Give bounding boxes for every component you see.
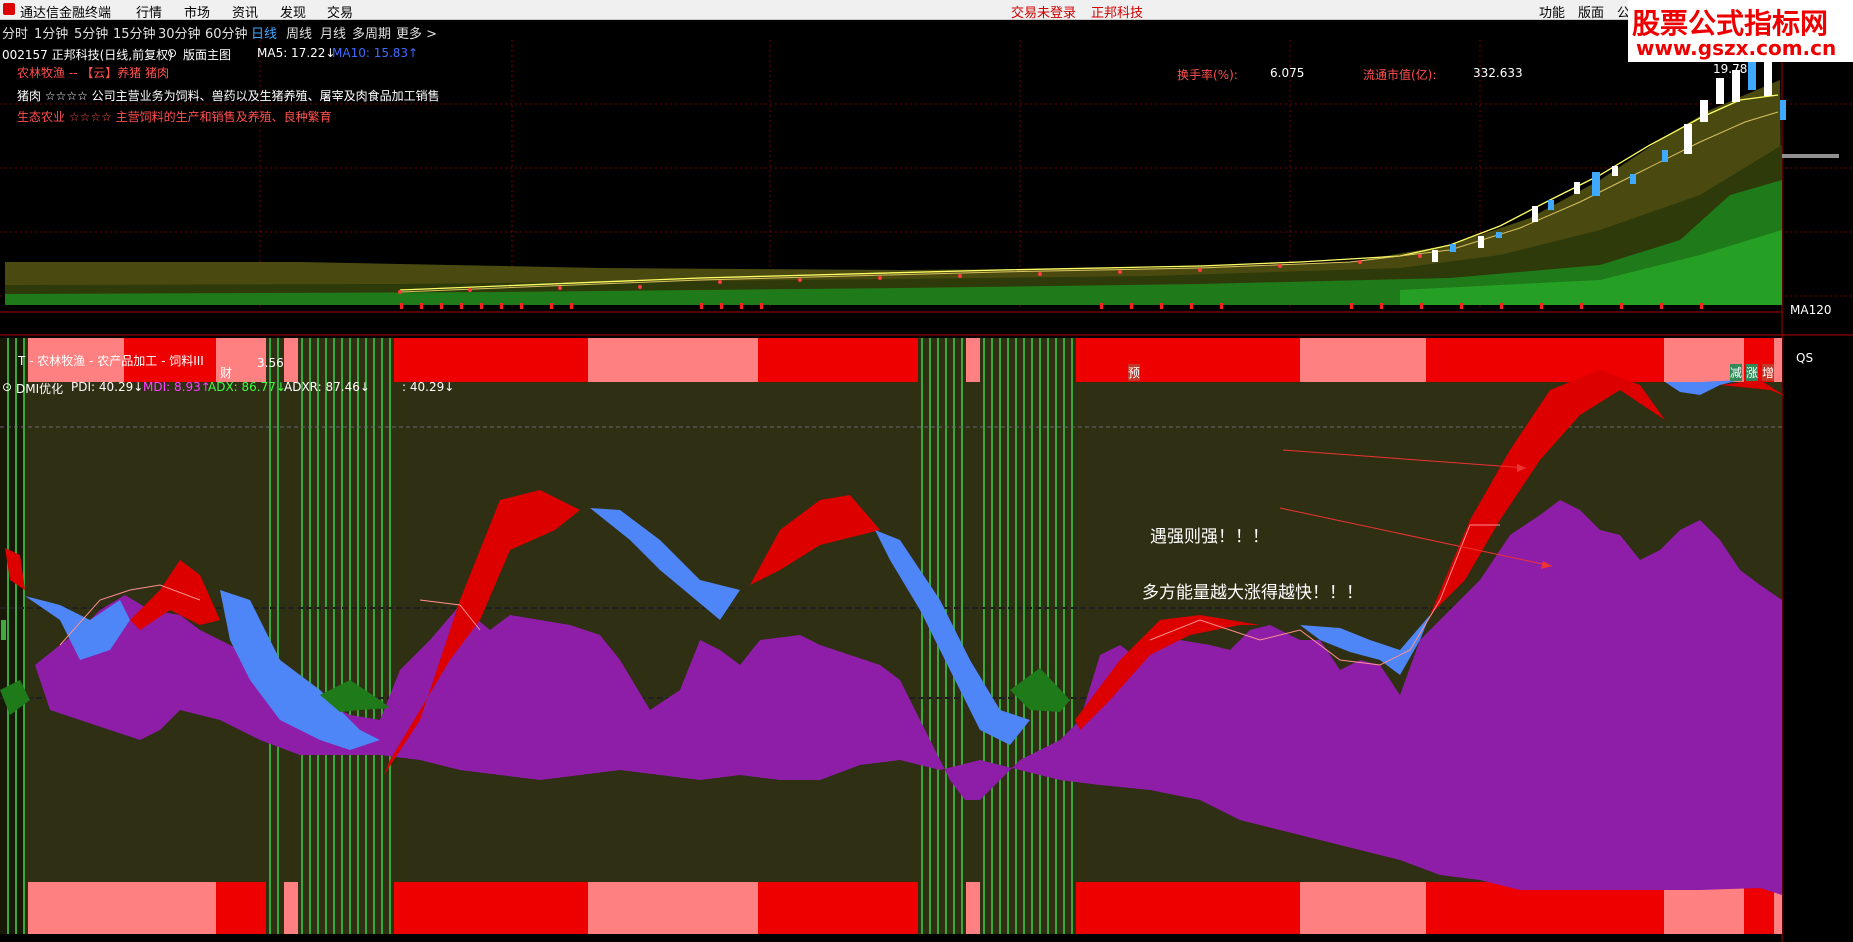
menu-trade[interactable]: 交易: [327, 2, 353, 21]
layout-toggle-icon[interactable]: ⊙: [167, 46, 177, 60]
menu-quotes[interactable]: 行情: [136, 2, 162, 21]
adxr-readout: ADXR: 87.46↓: [284, 380, 370, 394]
dmi-bottom-bars: [28, 882, 1782, 934]
extra-readout: : 40.29↓: [402, 380, 455, 394]
menu-layout[interactable]: 版面: [1578, 2, 1604, 21]
layout-label[interactable]: 版面主图: [183, 46, 231, 63]
menu-market[interactable]: 市场: [184, 2, 210, 21]
float-cap-label: 流通市值(亿):: [1363, 68, 1437, 82]
ma120-label: MA120: [1790, 303, 1832, 317]
industry-legend: T - 农林牧渔 - 农产品加工 - 饲料III: [18, 354, 204, 368]
menu-news[interactable]: 资讯: [232, 2, 258, 21]
ma10-readout: MA10: 15.83↑: [332, 46, 419, 60]
financial-marker[interactable]: 财: [220, 364, 232, 381]
menu-discover[interactable]: 发现: [280, 2, 306, 21]
qs-label: QS: [1796, 351, 1814, 365]
stock-header: 002157 正邦科技(日线,前复权): [2, 48, 173, 62]
login-status[interactable]: 交易未登录: [1011, 2, 1076, 21]
sector-line-3: 生态农业 ☆☆☆☆ 主营饲料的生产和销售及养殖、良种繁育: [17, 110, 332, 124]
watermark-url: www.gszx.com.cn: [1636, 36, 1837, 60]
float-cap-value: 332.633: [1473, 66, 1523, 80]
reduce-marker[interactable]: 减: [1730, 364, 1743, 381]
sector-line-1: 农林牧渔 -- 【云】养猪 猪肉: [17, 66, 170, 80]
ma5-readout: MA5: 17.22↓: [257, 46, 336, 60]
annotation-text-1: 遇强则强！！！: [1150, 527, 1269, 547]
chart-canvas: [0, 40, 1853, 942]
sector-line-2: 猪肉 ☆☆☆☆ 公司主营业务为饲料、兽药以及生猪养殖、屠宰及肉食品加工销售: [17, 89, 440, 103]
mdi-readout: MDI: 8.93↑: [143, 380, 211, 394]
pdi-readout: PDI: 40.29↓: [71, 380, 144, 394]
app-logo-icon: [3, 3, 15, 15]
rise-marker[interactable]: 涨: [1746, 364, 1759, 381]
app-title: 通达信金融终端: [20, 6, 112, 21]
menu-functions[interactable]: 功能: [1539, 2, 1565, 21]
turnover-value: 6.075: [1270, 66, 1305, 80]
adx-readout: ADX: 86.77↓: [208, 380, 286, 394]
dmi-top-bars: [28, 338, 1782, 382]
annotation-text-2: 多方能量越大涨得越快！！！: [1142, 583, 1363, 603]
site-watermark: 股票公式指标网 www.gszx.com.cn: [1628, 0, 1853, 62]
forecast-marker[interactable]: 预: [1128, 364, 1141, 381]
scroll-marker: [1782, 154, 1839, 158]
increase-marker[interactable]: 增: [1762, 364, 1775, 381]
turnover-label: 换手率(%):: [1177, 68, 1238, 82]
stock-name-tab[interactable]: 正邦科技: [1091, 2, 1143, 21]
menu-bar: 通达信金融终端 行情 市场 资讯 发现 交易 交易未登录 正邦科技 功能 版面 …: [0, 0, 1853, 21]
low-price-label: 3.56: [257, 356, 284, 370]
indicator-name[interactable]: DMI优化: [16, 380, 63, 397]
indicator-toggle-icon[interactable]: ⊙: [2, 380, 12, 394]
left-scroll-handle[interactable]: [1, 620, 6, 640]
period-toolbar: 分时 1分钟 5分钟 15分钟 30分钟 60分钟 日线 周线 月线 多周期 更…: [0, 20, 1853, 42]
high-price-label: 19.78: [1713, 62, 1748, 76]
